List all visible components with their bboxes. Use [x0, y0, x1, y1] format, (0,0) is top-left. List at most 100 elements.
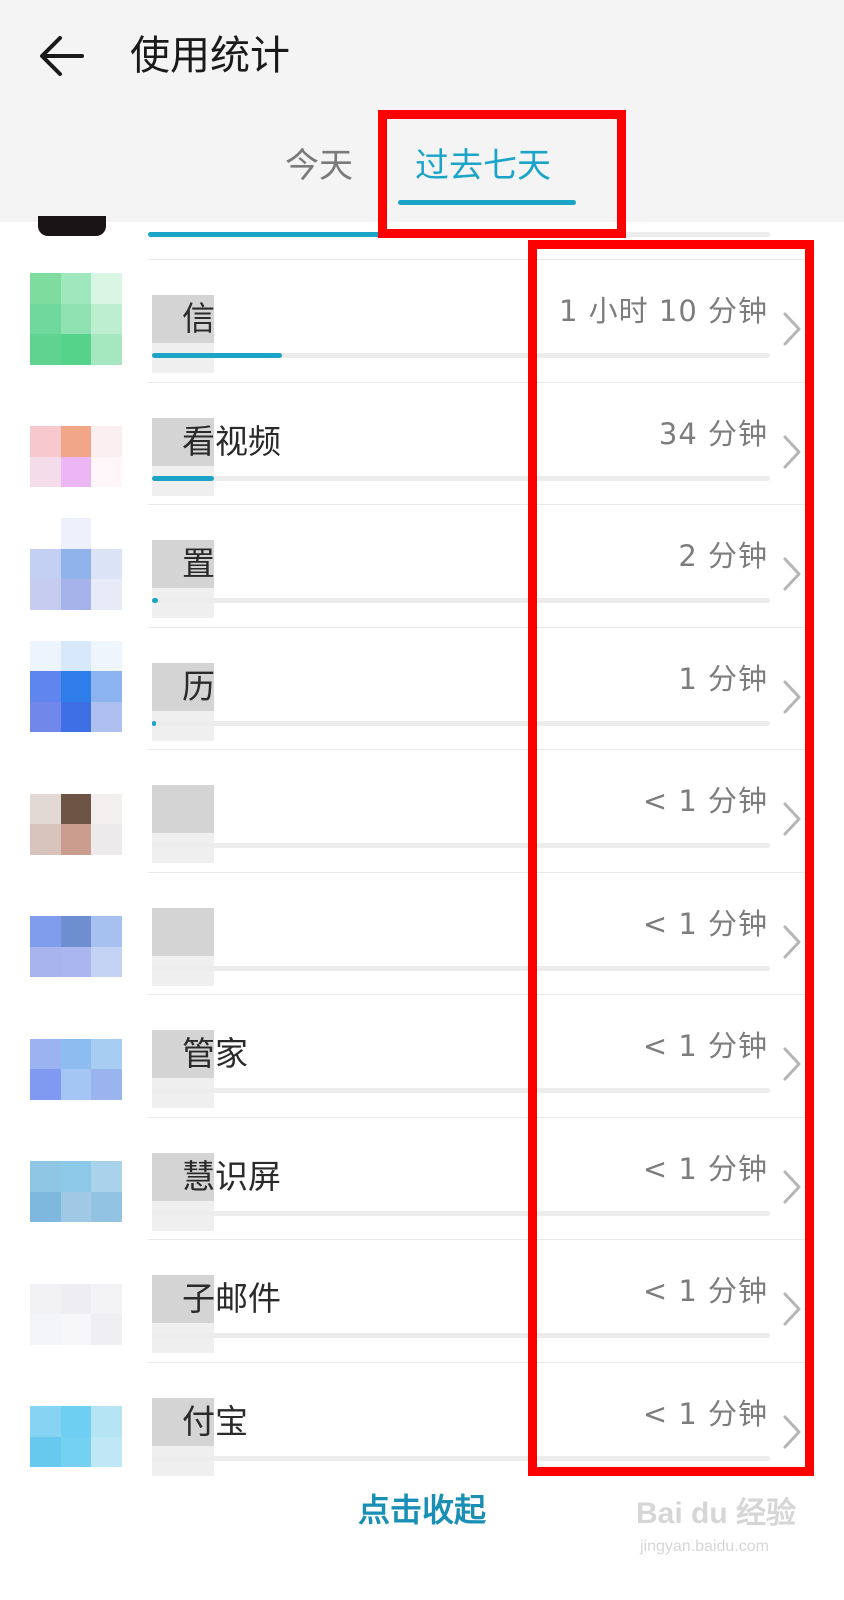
chevron-right-icon[interactable] [780, 1044, 804, 1084]
app-usage-row[interactable]: < 1 分钟 [0, 749, 844, 880]
usage-bar-track [152, 475, 770, 481]
chevron-right-icon[interactable] [780, 554, 804, 594]
usage-duration: 1 分钟 [678, 661, 768, 696]
app-name: 付宝 [182, 1401, 248, 1441]
usage-duration: 1 小时 10 分钟 [558, 294, 768, 328]
pixelated-name-mask [152, 955, 214, 986]
row-divider [148, 749, 806, 750]
app-usage-row[interactable]: 付宝 < 1 分钟 [0, 1361, 844, 1493]
app-name: 慧识屏 [182, 1156, 281, 1196]
app-icon [30, 640, 122, 733]
app-name: 管家 [182, 1034, 248, 1073]
usage-bar-track [152, 843, 770, 848]
usage-bar-track [152, 1088, 770, 1093]
app-icon [30, 1375, 122, 1468]
app-name-area: 信 [152, 295, 512, 373]
pixelated-name-mask [152, 710, 214, 741]
app-icon [30, 1253, 122, 1345]
partial-list-row [0, 216, 844, 244]
chevron-right-icon[interactable] [780, 922, 804, 962]
usage-bar-fill [152, 720, 156, 726]
pixelated-name-mask [152, 907, 214, 956]
row-divider [148, 1116, 806, 1118]
app-usage-row[interactable]: 慧识屏 < 1 分钟 [0, 1116, 844, 1248]
chevron-right-icon[interactable] [780, 1167, 804, 1207]
pixelated-name-mask [152, 465, 214, 496]
app-name-area: 付宝 [152, 1397, 512, 1476]
pixelated-name-mask [152, 1323, 214, 1353]
chevron-right-icon[interactable] [780, 799, 804, 839]
chevron-right-icon[interactable] [780, 432, 804, 472]
pixelated-name-mask [152, 588, 214, 618]
row-divider [148, 1239, 806, 1240]
usage-bar-track [152, 1455, 770, 1461]
app-icon [30, 395, 122, 488]
app-name-area: 慧识屏 [152, 1152, 512, 1231]
app-icon [38, 216, 106, 236]
chevron-right-icon[interactable] [780, 677, 804, 717]
app-name: 子邮件 [182, 1279, 281, 1318]
app-usage-row[interactable]: < 1 分钟 [0, 871, 844, 1003]
usage-bar-track [152, 1333, 770, 1338]
app-name-area: 历 [152, 662, 512, 741]
pixelated-name-mask [152, 1200, 214, 1231]
app-usage-row[interactable]: 历 1 分钟 [0, 626, 844, 758]
usage-duration: 34 分钟 [658, 416, 768, 451]
app-name-area: 置 [152, 540, 512, 618]
row-divider [148, 259, 806, 260]
app-icon [30, 273, 122, 365]
usage-bar-fill [152, 598, 158, 603]
app-usage-row[interactable]: 子邮件 < 1 分钟 [0, 1239, 844, 1370]
usage-bar-track [152, 720, 770, 726]
app-name-area [152, 785, 512, 863]
row-divider [148, 626, 806, 628]
app-name-area: 看视频 [152, 417, 512, 496]
app-icon [30, 1130, 122, 1223]
chevron-right-icon[interactable] [780, 309, 804, 349]
pixelated-name-mask [152, 833, 214, 863]
baidu-watermark: Bai du 经验 jingyan.baidu.com [636, 1488, 836, 1588]
chevron-right-icon[interactable] [780, 1412, 804, 1452]
active-tab-indicator [398, 200, 576, 205]
usage-duration: < 1 分钟 [642, 906, 768, 941]
tab-past-seven-days[interactable]: 过去七天 [415, 142, 551, 190]
row-divider [148, 381, 806, 383]
app-name: 置 [182, 544, 215, 583]
app-header: 使用统计 今天 过去七天 [0, 0, 844, 222]
usage-bar-track [152, 965, 770, 971]
pixelated-name-mask [152, 785, 214, 833]
app-icon [30, 1008, 122, 1100]
usage-bar-fill [152, 353, 282, 358]
app-usage-row[interactable]: 信 1 小时 10 分钟 [0, 259, 844, 390]
app-name: 历 [182, 666, 215, 706]
app-usage-row[interactable]: 置 2 分钟 [0, 504, 844, 635]
pixelated-name-mask [152, 343, 214, 373]
usage-bar-fill [148, 232, 388, 237]
usage-duration: < 1 分钟 [642, 1396, 768, 1431]
page-title: 使用统计 [130, 33, 290, 79]
usage-bar-fill [152, 475, 214, 481]
usage-duration: < 1 分钟 [642, 784, 768, 818]
usage-bar-track [152, 598, 770, 603]
app-usage-row[interactable]: 看视频 34 分钟 [0, 381, 844, 513]
app-icon [30, 885, 122, 978]
tab-today[interactable]: 今天 [285, 142, 353, 190]
usage-duration: < 1 分钟 [642, 1029, 768, 1063]
row-divider [148, 994, 806, 995]
usage-bar-track [152, 1210, 770, 1216]
watermark-url: jingyan.baidu.com [640, 1538, 769, 1555]
app-icon [30, 763, 122, 855]
chevron-right-icon[interactable] [780, 1289, 804, 1329]
usage-duration: 2 分钟 [678, 539, 768, 573]
row-divider [148, 1361, 806, 1363]
pixelated-name-mask [152, 1078, 214, 1108]
watermark-logo: Bai du 经验 [636, 1497, 797, 1530]
app-name-area: 管家 [152, 1030, 512, 1108]
usage-duration: < 1 分钟 [642, 1274, 768, 1308]
app-name: 信 [182, 299, 215, 338]
app-name: 看视频 [182, 421, 281, 461]
usage-duration: < 1 分钟 [642, 1151, 768, 1186]
app-usage-row[interactable]: 管家 < 1 分钟 [0, 994, 844, 1125]
app-name-area [152, 907, 512, 986]
back-arrow-icon[interactable] [36, 30, 88, 82]
